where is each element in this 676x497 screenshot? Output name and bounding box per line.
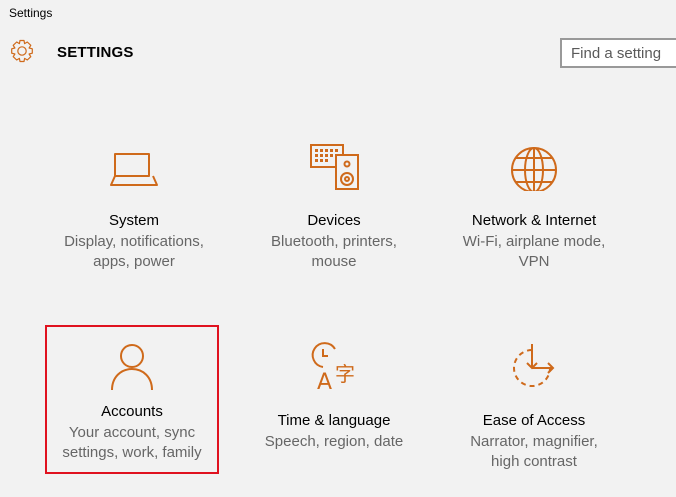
page-title: SETTINGS — [57, 44, 134, 61]
globe-icon — [509, 141, 559, 193]
svg-text:字: 字 — [335, 362, 355, 386]
tile-description: Narrator, magnifier, high contrast — [470, 433, 598, 470]
search-input[interactable] — [562, 40, 676, 66]
person-icon — [107, 341, 157, 391]
tile-name: Ease of Access — [482, 412, 586, 429]
ease-of-access-icon — [509, 341, 559, 391]
tile-name: Network & Internet — [471, 212, 597, 229]
tile-system[interactable]: System Display, notifications, apps, pow… — [34, 141, 234, 291]
tile-time-language[interactable]: A 字 Time & language Speech, region, date — [234, 341, 434, 491]
tile-name: Devices — [307, 212, 361, 229]
tile-description: Bluetooth, printers, mouse — [271, 233, 397, 270]
tile-accounts[interactable]: Accounts Your account, sync settings, wo… — [45, 325, 219, 474]
tile-description: Display, notifications, apps, power — [64, 233, 204, 270]
tile-name: Accounts — [101, 403, 163, 420]
gear-icon — [10, 39, 34, 63]
svg-text:A: A — [317, 370, 332, 391]
tile-ease-of-access[interactable]: Ease of Access Narrator, magnifier, high… — [434, 341, 634, 491]
window-title: Settings — [9, 6, 53, 20]
tile-description: Speech, region, date — [264, 433, 404, 450]
search-box[interactable] — [560, 38, 676, 68]
tile-description: Wi-Fi, airplane mode, VPN — [462, 233, 606, 270]
tile-description: Your account, sync settings, work, famil… — [62, 424, 202, 461]
tile-name: System — [108, 212, 159, 229]
clock-language-icon: A 字 — [309, 341, 359, 395]
tile-devices[interactable]: Devices Bluetooth, printers, mouse — [234, 141, 434, 291]
settings-header: SETTINGS — [0, 30, 676, 80]
laptop-icon — [109, 141, 159, 191]
keyboard-speaker-icon — [309, 141, 359, 191]
tile-name: Time & language — [277, 412, 391, 429]
title-bar: Settings — [0, 0, 676, 30]
tile-network-internet[interactable]: Network & Internet Wi-Fi, airplane mode,… — [434, 141, 634, 291]
